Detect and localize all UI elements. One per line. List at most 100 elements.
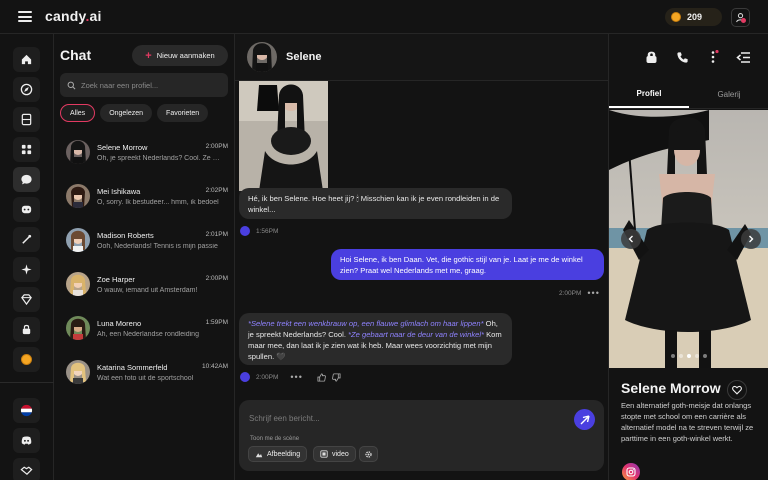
ai-message: *Selene trekt een wenkbrauw op, een flau… xyxy=(239,313,512,365)
conversation-item[interactable]: Madison Roberts 2:01PM Ooh, Nederlands! … xyxy=(66,228,228,258)
nav-generate[interactable] xyxy=(13,227,40,252)
ai-message-text: Hé, ik ben Selene. Hoe heet jij? 🕯 Missc… xyxy=(248,194,500,214)
contact-name: Luna Moreno xyxy=(97,319,142,328)
thumbs-down-icon[interactable] xyxy=(331,372,341,382)
nav-my-ai[interactable] xyxy=(13,197,40,222)
video-icon xyxy=(320,450,328,458)
gear-icon xyxy=(365,450,372,458)
chat-header: Selene xyxy=(235,34,657,81)
instagram-icon xyxy=(626,467,636,477)
send-button[interactable] xyxy=(574,409,595,430)
nav-premium[interactable] xyxy=(13,287,40,312)
nav-gallery[interactable] xyxy=(13,107,40,132)
chevron-right-icon xyxy=(749,235,754,243)
video-button[interactable]: video xyxy=(313,446,356,462)
chat-list-title: Chat xyxy=(60,47,92,63)
message-composer: Schrijf een bericht... Toon me de scène … xyxy=(239,400,604,471)
nav-language[interactable] xyxy=(13,398,40,423)
profile-image[interactable] xyxy=(609,110,768,368)
coin-count: 209 xyxy=(687,12,703,22)
dutch-flag-icon xyxy=(20,404,33,417)
message-preview: O wauw, iemand uit Amsterdam! xyxy=(97,287,198,294)
avatar xyxy=(66,140,90,164)
menu-icon[interactable] xyxy=(18,11,32,22)
tab-profile[interactable]: Profiel xyxy=(609,81,689,108)
message-time: 2:00PM xyxy=(205,143,228,150)
carousel-next-button[interactable] xyxy=(741,229,761,249)
nav-divider xyxy=(0,382,54,383)
message-time: 1:56PM xyxy=(256,227,279,235)
discord-icon xyxy=(21,436,32,445)
video-button-label: video xyxy=(332,450,349,458)
profile-panel: Profiel Galerij Selene Morrow Een altern… xyxy=(608,34,768,480)
ai-message-meta: 2:00PM ••• xyxy=(240,372,341,382)
filter-unread[interactable]: Ongelezen xyxy=(100,104,153,122)
chat-list-panel: Chat + Nieuw aanmaken Zoek naar een prof… xyxy=(54,34,235,480)
nav-private[interactable] xyxy=(13,317,40,342)
avatar xyxy=(66,316,90,340)
user-message: Hoi Selene, ik ben Daan. Vet, die gothic… xyxy=(331,249,604,280)
message-preview: Ah, een Nederlandse rondleiding xyxy=(97,331,199,338)
conversation-item[interactable]: Zoe Harper 2:00PM O wauw, iemand uit Ams… xyxy=(66,272,228,302)
message-time: 2:01PM xyxy=(205,231,228,238)
ai-action-text: *Ze gebaart naar de deur van de winkel* xyxy=(348,330,484,339)
coin-icon xyxy=(21,354,32,365)
nav-home[interactable] xyxy=(13,47,40,72)
conversation-item[interactable]: Luna Moreno 1:59PM Ah, een Nederlandse r… xyxy=(66,316,228,346)
search-input[interactable]: Zoek naar een profiel... xyxy=(60,73,228,97)
message-preview: O, sorry. Ik bestudeer... hmm, ik bedoel xyxy=(97,199,219,206)
conversation-item[interactable]: Selene Morrow 2:00PM Oh, je spreekt Nede… xyxy=(66,140,228,170)
sparkle-icon xyxy=(21,264,32,275)
profile-bio: Een alternatief goth-meisje dat onlangs … xyxy=(621,401,754,443)
ai-action-text: *Selene trekt een wenkbrauw op, een flau… xyxy=(248,319,484,328)
contact-avatar[interactable] xyxy=(247,42,277,72)
avatar xyxy=(66,360,90,384)
wand-icon xyxy=(22,234,32,244)
film-icon xyxy=(21,113,32,126)
settings-button[interactable] xyxy=(359,446,378,462)
message-time: 2:00PM xyxy=(559,289,582,297)
favorite-button[interactable] xyxy=(727,380,747,400)
contact-name: Madison Roberts xyxy=(97,231,154,240)
carousel-prev-button[interactable] xyxy=(621,229,641,249)
nav-magic[interactable] xyxy=(13,257,40,282)
image-button[interactable]: Afbeelding xyxy=(248,446,308,462)
app-logo[interactable]: candy.ai xyxy=(45,8,102,24)
contact-name: Katarina Sommerfeld xyxy=(97,363,168,372)
instagram-link[interactable] xyxy=(622,463,640,480)
chat-panel: Selene Hé, ik ben Selene. Hoe heet jij? … xyxy=(235,34,750,480)
avatar xyxy=(66,228,90,252)
avatar xyxy=(66,184,90,208)
nav-explore[interactable] xyxy=(13,77,40,102)
more-horizontal-icon[interactable]: ••• xyxy=(290,372,302,382)
message-preview: Ooh, Nederlands! Tennis is mijn passie xyxy=(97,243,218,250)
nav-create[interactable] xyxy=(13,137,40,162)
user-menu-button[interactable] xyxy=(731,8,750,27)
chat-bubble-icon xyxy=(21,174,32,185)
nav-affiliate[interactable] xyxy=(13,458,40,480)
user-message-meta: 2:00PM ••• xyxy=(559,288,600,298)
mini-avatar xyxy=(240,226,250,236)
nav-chat[interactable] xyxy=(13,167,40,192)
tab-gallery[interactable]: Galerij xyxy=(689,81,768,108)
nav-discord[interactable] xyxy=(13,428,40,453)
message-input[interactable]: Schrijf een bericht... xyxy=(249,414,320,423)
profile-name: Selene Morrow xyxy=(621,380,721,396)
chevron-left-icon xyxy=(628,235,633,243)
conversation-item[interactable]: Mei Ishikawa 2:02PM O, sorry. Ik bestude… xyxy=(66,184,228,214)
contact-name[interactable]: Selene xyxy=(286,51,321,63)
mini-avatar xyxy=(240,372,250,382)
ai-message-meta: 1:56PM xyxy=(240,226,278,236)
filter-favorites[interactable]: Favorieten xyxy=(157,104,209,122)
conversation-item[interactable]: Katarina Sommerfeld 10:42AM Wat een foto… xyxy=(66,360,228,390)
home-icon xyxy=(21,54,32,65)
more-horizontal-icon[interactable]: ••• xyxy=(587,288,599,298)
coin-balance[interactable]: 209 xyxy=(665,8,722,26)
search-placeholder: Zoek naar een profiel... xyxy=(81,80,159,90)
nav-coins[interactable] xyxy=(13,347,40,372)
thumbs-up-icon[interactable] xyxy=(317,372,326,382)
new-chat-button[interactable]: + Nieuw aanmaken xyxy=(132,45,228,66)
notification-dot xyxy=(741,18,746,23)
filter-all[interactable]: Alles xyxy=(60,104,96,122)
new-chat-label: Nieuw aanmaken xyxy=(156,51,215,60)
